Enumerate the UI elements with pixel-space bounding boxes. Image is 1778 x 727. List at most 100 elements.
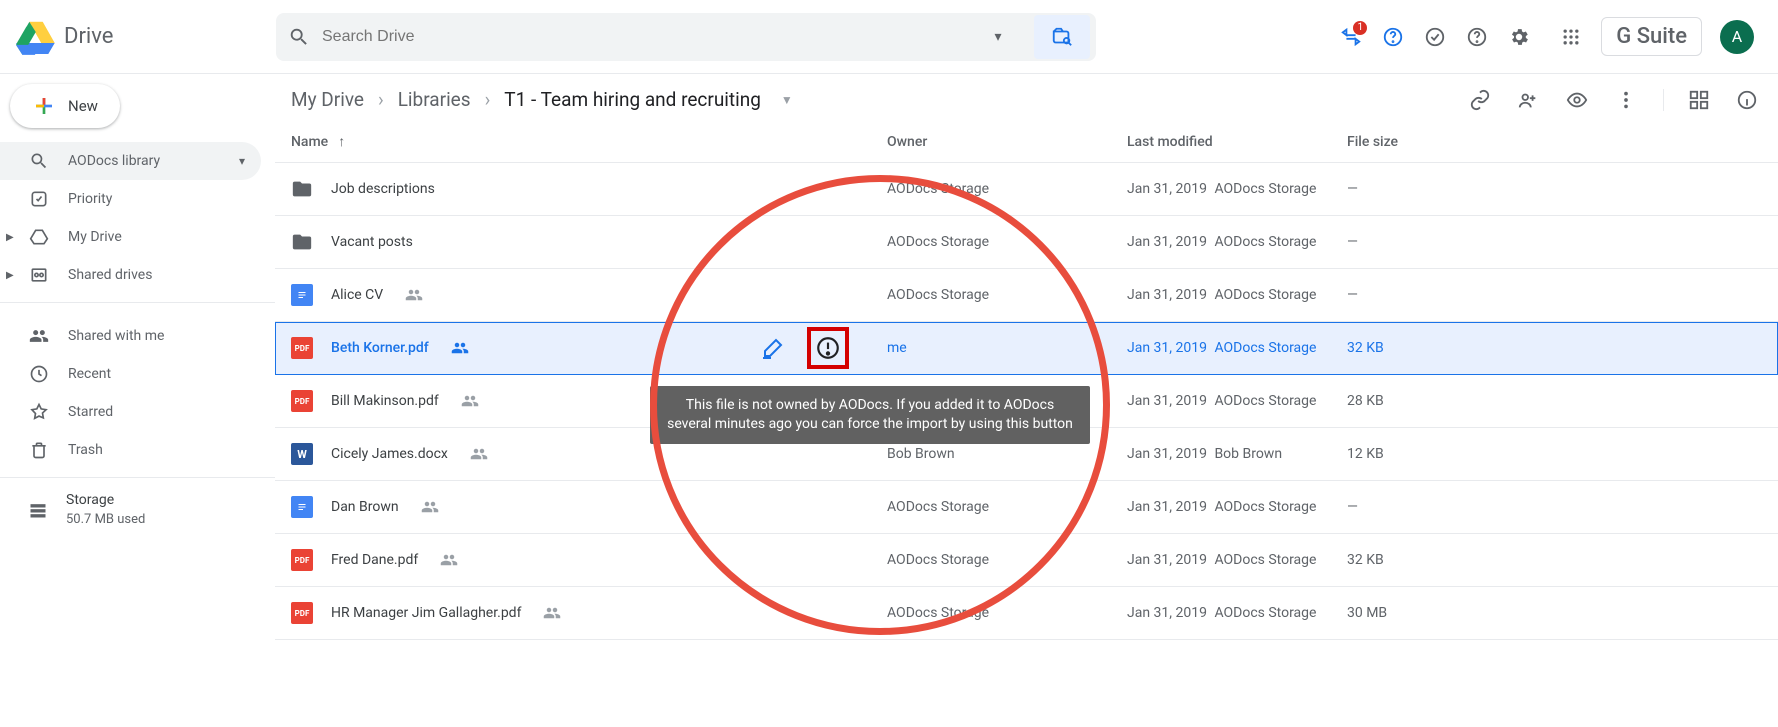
crumb-my-drive[interactable]: My Drive [291,88,364,111]
settings-gear-icon[interactable] [1507,25,1531,49]
table-row[interactable]: Alice CVAODocs StorageJan 31, 2019 AODoc… [275,269,1778,322]
shared-icon [451,339,469,357]
recent-clock-icon [28,364,50,384]
col-size-header[interactable]: File size [1347,134,1758,150]
aodocs-help-icon[interactable] [1381,25,1405,49]
file-modified: Jan 31, 2019 AODocs Storage [1127,605,1347,621]
account-avatar[interactable]: A [1720,20,1754,54]
expand-icon[interactable]: ▶ [6,232,14,243]
sidebar-my-drive[interactable]: ▶ My Drive [0,218,261,256]
crumb-current[interactable]: T1 - Team hiring and recruiting [504,88,761,111]
info-icon[interactable] [1736,89,1758,111]
sort-asc-icon[interactable]: ↑ [338,133,345,150]
table-row[interactable]: PDFHR Manager Jim Gallagher.pdfAODocs St… [275,587,1778,640]
file-type-icon [291,284,313,306]
tooltip: This file is not owned by AODocs. If you… [650,386,1090,444]
file-name: Beth Korner.pdf [331,340,429,356]
table-row[interactable]: PDFFred Dane.pdfAODocs StorageJan 31, 20… [275,534,1778,587]
plus-icon [32,94,56,118]
chevron-right-icon: › [378,88,384,111]
new-button[interactable]: New [10,84,120,128]
file-size: — [1347,499,1758,515]
star-icon [28,402,50,422]
shared-icon [543,604,561,622]
file-modified: Jan 31, 2019 AODocs Storage [1127,340,1347,356]
sidebar-aodocs-library[interactable]: AODocs library ▾ [0,142,261,180]
search-options-dropdown-icon[interactable]: ▾ [978,29,1018,45]
table-header: Name ↑ Owner Last modified File size [275,125,1778,163]
share-icon[interactable] [1517,89,1539,111]
gsuite-badge[interactable]: G Suite [1601,17,1702,56]
file-owner: AODocs Storage [887,605,1127,621]
chevron-down-icon[interactable]: ▼ [781,93,793,107]
search-input[interactable] [322,28,966,46]
search-icon[interactable] [288,26,310,48]
file-modified: Jan 31, 2019 AODocs Storage [1127,181,1347,197]
col-owner-header[interactable]: Owner [887,134,1127,150]
file-modified: Jan 31, 2019 AODocs Storage [1127,499,1347,515]
aodocs-edit-icon[interactable] [761,336,785,360]
file-modified: Jan 31, 2019 AODocs Storage [1127,234,1347,250]
file-owner: AODocs Storage [887,287,1127,303]
apps-grid-icon[interactable] [1559,25,1583,49]
storage-used: 50.7 MB used [66,512,145,527]
col-name-header[interactable]: Name ↑ [291,133,887,150]
table-row[interactable]: Job descriptions AODocs StorageJan 31, 20… [275,163,1778,216]
sidebar-item-label: Recent [68,366,111,382]
shared-icon [421,498,439,516]
aodocs-warning-icon[interactable] [807,327,849,369]
file-modified: Jan 31, 2019 Bob Brown [1127,446,1347,462]
sidebar-storage[interactable]: Storage 50.7 MB used [0,486,275,533]
table-row[interactable]: Vacant postsAODocs StorageJan 31, 2019 A… [275,216,1778,269]
table-row[interactable]: PDFBeth Korner.pdfmeJan 31, 2019 AODocs … [275,322,1778,375]
support-icon[interactable] [1465,25,1489,49]
ready-offline-icon[interactable] [1423,25,1447,49]
sidebar-item-label: AODocs library [68,153,160,169]
expand-icon[interactable]: ▶ [6,270,14,281]
drive-logo-icon [16,19,56,55]
sidebar-shared-with-me[interactable]: Shared with me [0,317,261,355]
file-size: 28 KB [1347,393,1758,409]
logo-wrap[interactable]: Drive [16,19,276,55]
sidebar-shared-drives[interactable]: ▶ Shared drives [0,256,261,294]
header: Drive ▾ 1 [0,0,1778,74]
sidebar-item-label: Priority [68,191,112,207]
file-name: Fred Dane.pdf [331,552,418,568]
aodocs-sync-icon[interactable]: 1 [1339,25,1363,49]
sidebar-starred[interactable]: Starred [0,393,261,431]
shared-icon [440,551,458,569]
search-icon [28,151,50,171]
chevron-down-icon[interactable]: ▾ [239,154,245,168]
file-size: 30 MB [1347,605,1758,621]
shared-icon [461,392,479,410]
view-grid-icon[interactable] [1688,89,1710,111]
search-bar[interactable]: ▾ [276,13,1096,61]
file-type-icon: PDF [291,390,313,412]
file-owner: AODocs Storage [887,181,1127,197]
file-size: 32 KB [1347,552,1758,568]
file-type-icon: PDF [291,549,313,571]
file-size: — [1347,287,1758,303]
file-type-icon [291,496,313,518]
table-row[interactable]: Dan BrownAODocs StorageJan 31, 2019 AODo… [275,481,1778,534]
preview-eye-icon[interactable] [1565,89,1589,111]
sidebar-item-label: Shared drives [68,267,152,283]
more-menu-icon[interactable] [1615,89,1637,111]
breadcrumb-bar: My Drive › Libraries › T1 - Team hiring … [275,74,1778,125]
sidebar-item-label: Shared with me [68,328,164,344]
aodocs-search-toggle-icon[interactable] [1034,15,1090,59]
sidebar-item-label: Starred [68,404,113,420]
col-modified-header[interactable]: Last modified [1127,134,1347,150]
shared-icon [405,286,423,304]
sidebar-trash[interactable]: Trash [0,431,261,469]
file-modified: Jan 31, 2019 AODocs Storage [1127,393,1347,409]
get-link-icon[interactable] [1469,89,1491,111]
file-name: Job descriptions [331,181,435,197]
sidebar-recent[interactable]: Recent [0,355,261,393]
crumb-libraries[interactable]: Libraries [398,88,471,111]
file-name: Bill Makinson.pdf [331,393,439,409]
sidebar-priority[interactable]: Priority [0,180,261,218]
file-owner: AODocs Storage [887,234,1127,250]
breadcrumbs: My Drive › Libraries › T1 - Team hiring … [291,88,793,111]
my-drive-icon [28,227,50,247]
